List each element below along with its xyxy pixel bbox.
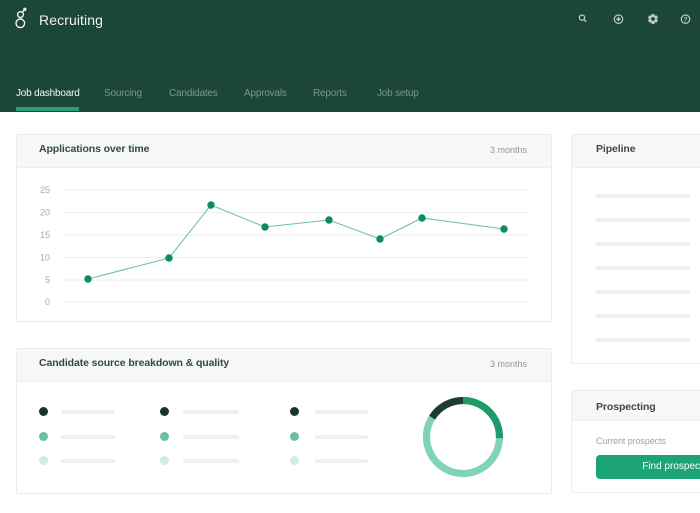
- svg-text:?: ?: [684, 17, 688, 24]
- svg-text:15: 15: [40, 230, 50, 240]
- svg-text:5: 5: [45, 275, 50, 285]
- svg-text:0: 0: [45, 297, 50, 307]
- svg-text:10: 10: [40, 253, 50, 263]
- svg-text:20: 20: [40, 208, 50, 218]
- svg-text:25: 25: [40, 185, 50, 195]
